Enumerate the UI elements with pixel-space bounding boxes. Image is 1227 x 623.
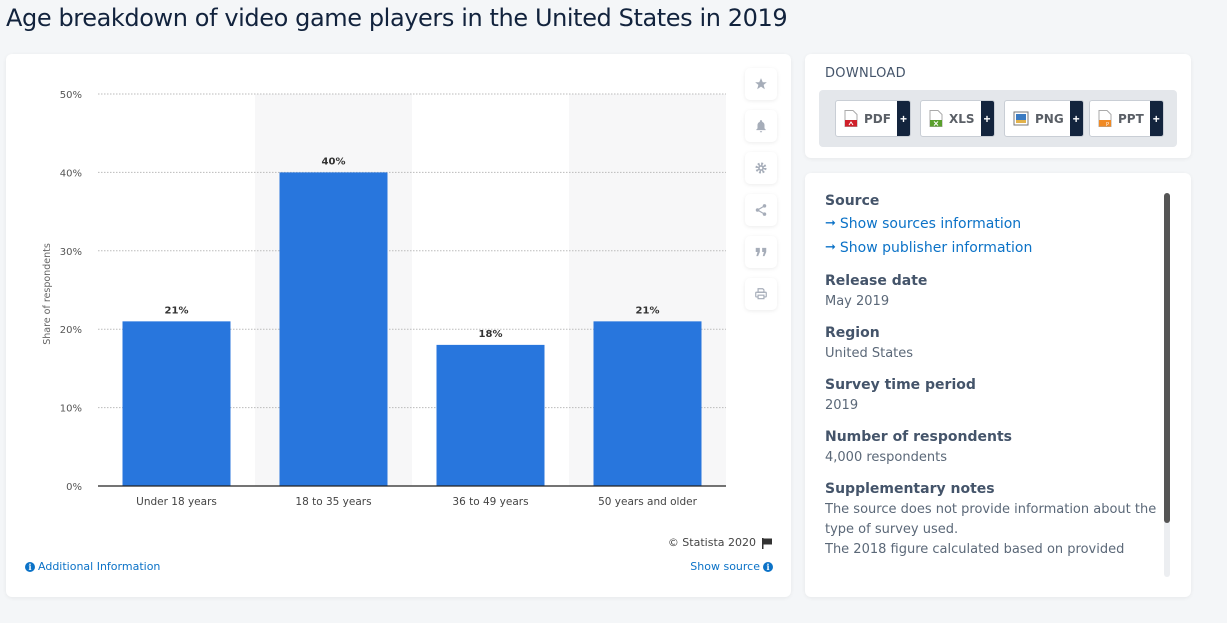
svg-text:P: P [1106, 122, 1109, 127]
download-png-button[interactable]: PNG + [1004, 100, 1084, 137]
download-title: DOWNLOAD [825, 66, 906, 81]
scrollbar-track[interactable] [1164, 193, 1170, 577]
print-button[interactable] [745, 278, 777, 310]
release-date-value: May 2019 [825, 294, 890, 309]
quote-icon [755, 247, 767, 257]
respondents-heading: Number of respondents [825, 429, 1012, 445]
x-tick-label: 36 to 49 years [452, 496, 528, 508]
download-ppt-button[interactable]: P PPT + [1089, 100, 1164, 137]
source-heading: Source [825, 193, 880, 209]
ppt-file-icon: P [1098, 110, 1112, 127]
chart-card: 0% 10% 20% 30% 40% 50% Share of respondents 21%… [6, 54, 791, 597]
show-sources-label: Show sources information [839, 216, 1022, 232]
y-tick-label: 20% [60, 325, 82, 336]
png-image-icon [1013, 111, 1029, 126]
info-icon: i [763, 561, 773, 572]
x-tick-label: Under 18 years [136, 496, 217, 508]
download-pdf-button[interactable]: PDF + [835, 100, 911, 137]
download-xls-button[interactable]: XLS + [920, 100, 995, 137]
notes-section: Supplementary notes The source does not … [825, 481, 1157, 560]
settings-button[interactable] [745, 152, 777, 184]
share-button[interactable] [745, 194, 777, 226]
plus-icon: + [1069, 101, 1083, 136]
x-tick-label: 18 to 35 years [295, 496, 371, 508]
page-title: Age breakdown of video game players in t… [6, 4, 788, 32]
cite-button[interactable] [745, 236, 777, 268]
data-label: 18% [479, 329, 503, 340]
data-label: 40% [322, 156, 346, 167]
copyright: © Statista 2020 [668, 536, 773, 549]
bar [436, 344, 545, 486]
arrow-right-icon: ➞ [825, 216, 836, 231]
bar [593, 321, 702, 486]
y-tick-label: 10% [60, 404, 82, 415]
x-tick-label: 50 years and older [598, 496, 697, 508]
bell-icon [756, 120, 766, 133]
survey-period-section: Survey time period 2019 [825, 377, 1157, 416]
show-sources-link[interactable]: ➞ Show sources information [825, 212, 1157, 236]
release-date-heading: Release date [825, 273, 928, 289]
print-icon [755, 288, 767, 300]
notes-heading: Supplementary notes [825, 481, 995, 497]
xls-label: XLS [949, 111, 975, 126]
data-label: 21% [636, 305, 660, 316]
flag-icon[interactable] [761, 537, 773, 549]
bar [279, 172, 388, 486]
region-value: United States [825, 346, 914, 361]
statistic-info-panel: Source ➞ Show sources information ➞ Show… [805, 173, 1191, 597]
bar [122, 321, 231, 486]
notes-line: The source does not provide information … [825, 502, 1157, 537]
y-tick-label: 50% [60, 90, 82, 101]
favorite-button[interactable] [745, 68, 777, 100]
survey-period-heading: Survey time period [825, 377, 976, 393]
plus-icon: + [896, 101, 910, 136]
copyright-text: © Statista 2020 [667, 536, 756, 549]
show-source-link[interactable]: Show source i [690, 560, 773, 573]
show-source-label: Show source [690, 560, 760, 573]
share-icon [755, 204, 767, 216]
bar-chart: 0% 10% 20% 30% 40% 50% Share of respondents 21%… [42, 90, 726, 508]
ppt-label: PPT [1118, 111, 1144, 126]
info-scroll-area[interactable]: Source ➞ Show sources information ➞ Show… [825, 193, 1157, 577]
respondents-value: 4,000 respondents [825, 450, 947, 465]
y-tick-label: 30% [60, 247, 82, 258]
region-heading: Region [825, 325, 880, 341]
notification-button[interactable] [745, 110, 777, 142]
show-publisher-link[interactable]: ➞ Show publisher information [825, 236, 1157, 260]
y-tick-label: 0% [66, 482, 82, 493]
pdf-file-icon [844, 110, 858, 127]
plus-icon: + [980, 101, 994, 136]
star-icon [755, 78, 767, 90]
xls-file-icon [929, 110, 943, 127]
release-date-section: Release date May 2019 [825, 273, 1157, 312]
region-section: Region United States [825, 325, 1157, 364]
info-icon: i [25, 561, 35, 572]
gear-icon [755, 162, 767, 174]
data-label: 21% [165, 305, 189, 316]
download-panel: DOWNLOAD PDF + XLS + PNG + P PPT + [805, 54, 1191, 158]
pdf-label: PDF [864, 111, 891, 126]
notes-line: The 2018 figure calculated based on prov… [825, 542, 1125, 557]
arrow-right-icon: ➞ [825, 240, 836, 255]
source-section: Source ➞ Show sources information ➞ Show… [825, 193, 1157, 260]
additional-information-label: Additional Information [38, 560, 161, 573]
survey-period-value: 2019 [825, 398, 859, 413]
respondents-section: Number of respondents 4,000 respondents [825, 429, 1157, 468]
y-tick-label: 40% [60, 168, 82, 179]
show-publisher-label: Show publisher information [839, 240, 1033, 256]
png-label: PNG [1035, 111, 1064, 126]
plus-icon: + [1149, 101, 1163, 136]
download-tray: PDF + XLS + PNG + P PPT + [819, 90, 1177, 147]
y-axis-label: Share of respondents [42, 243, 53, 345]
scrollbar-thumb[interactable] [1164, 193, 1170, 523]
additional-information-link[interactable]: i Additional Information [25, 560, 160, 573]
